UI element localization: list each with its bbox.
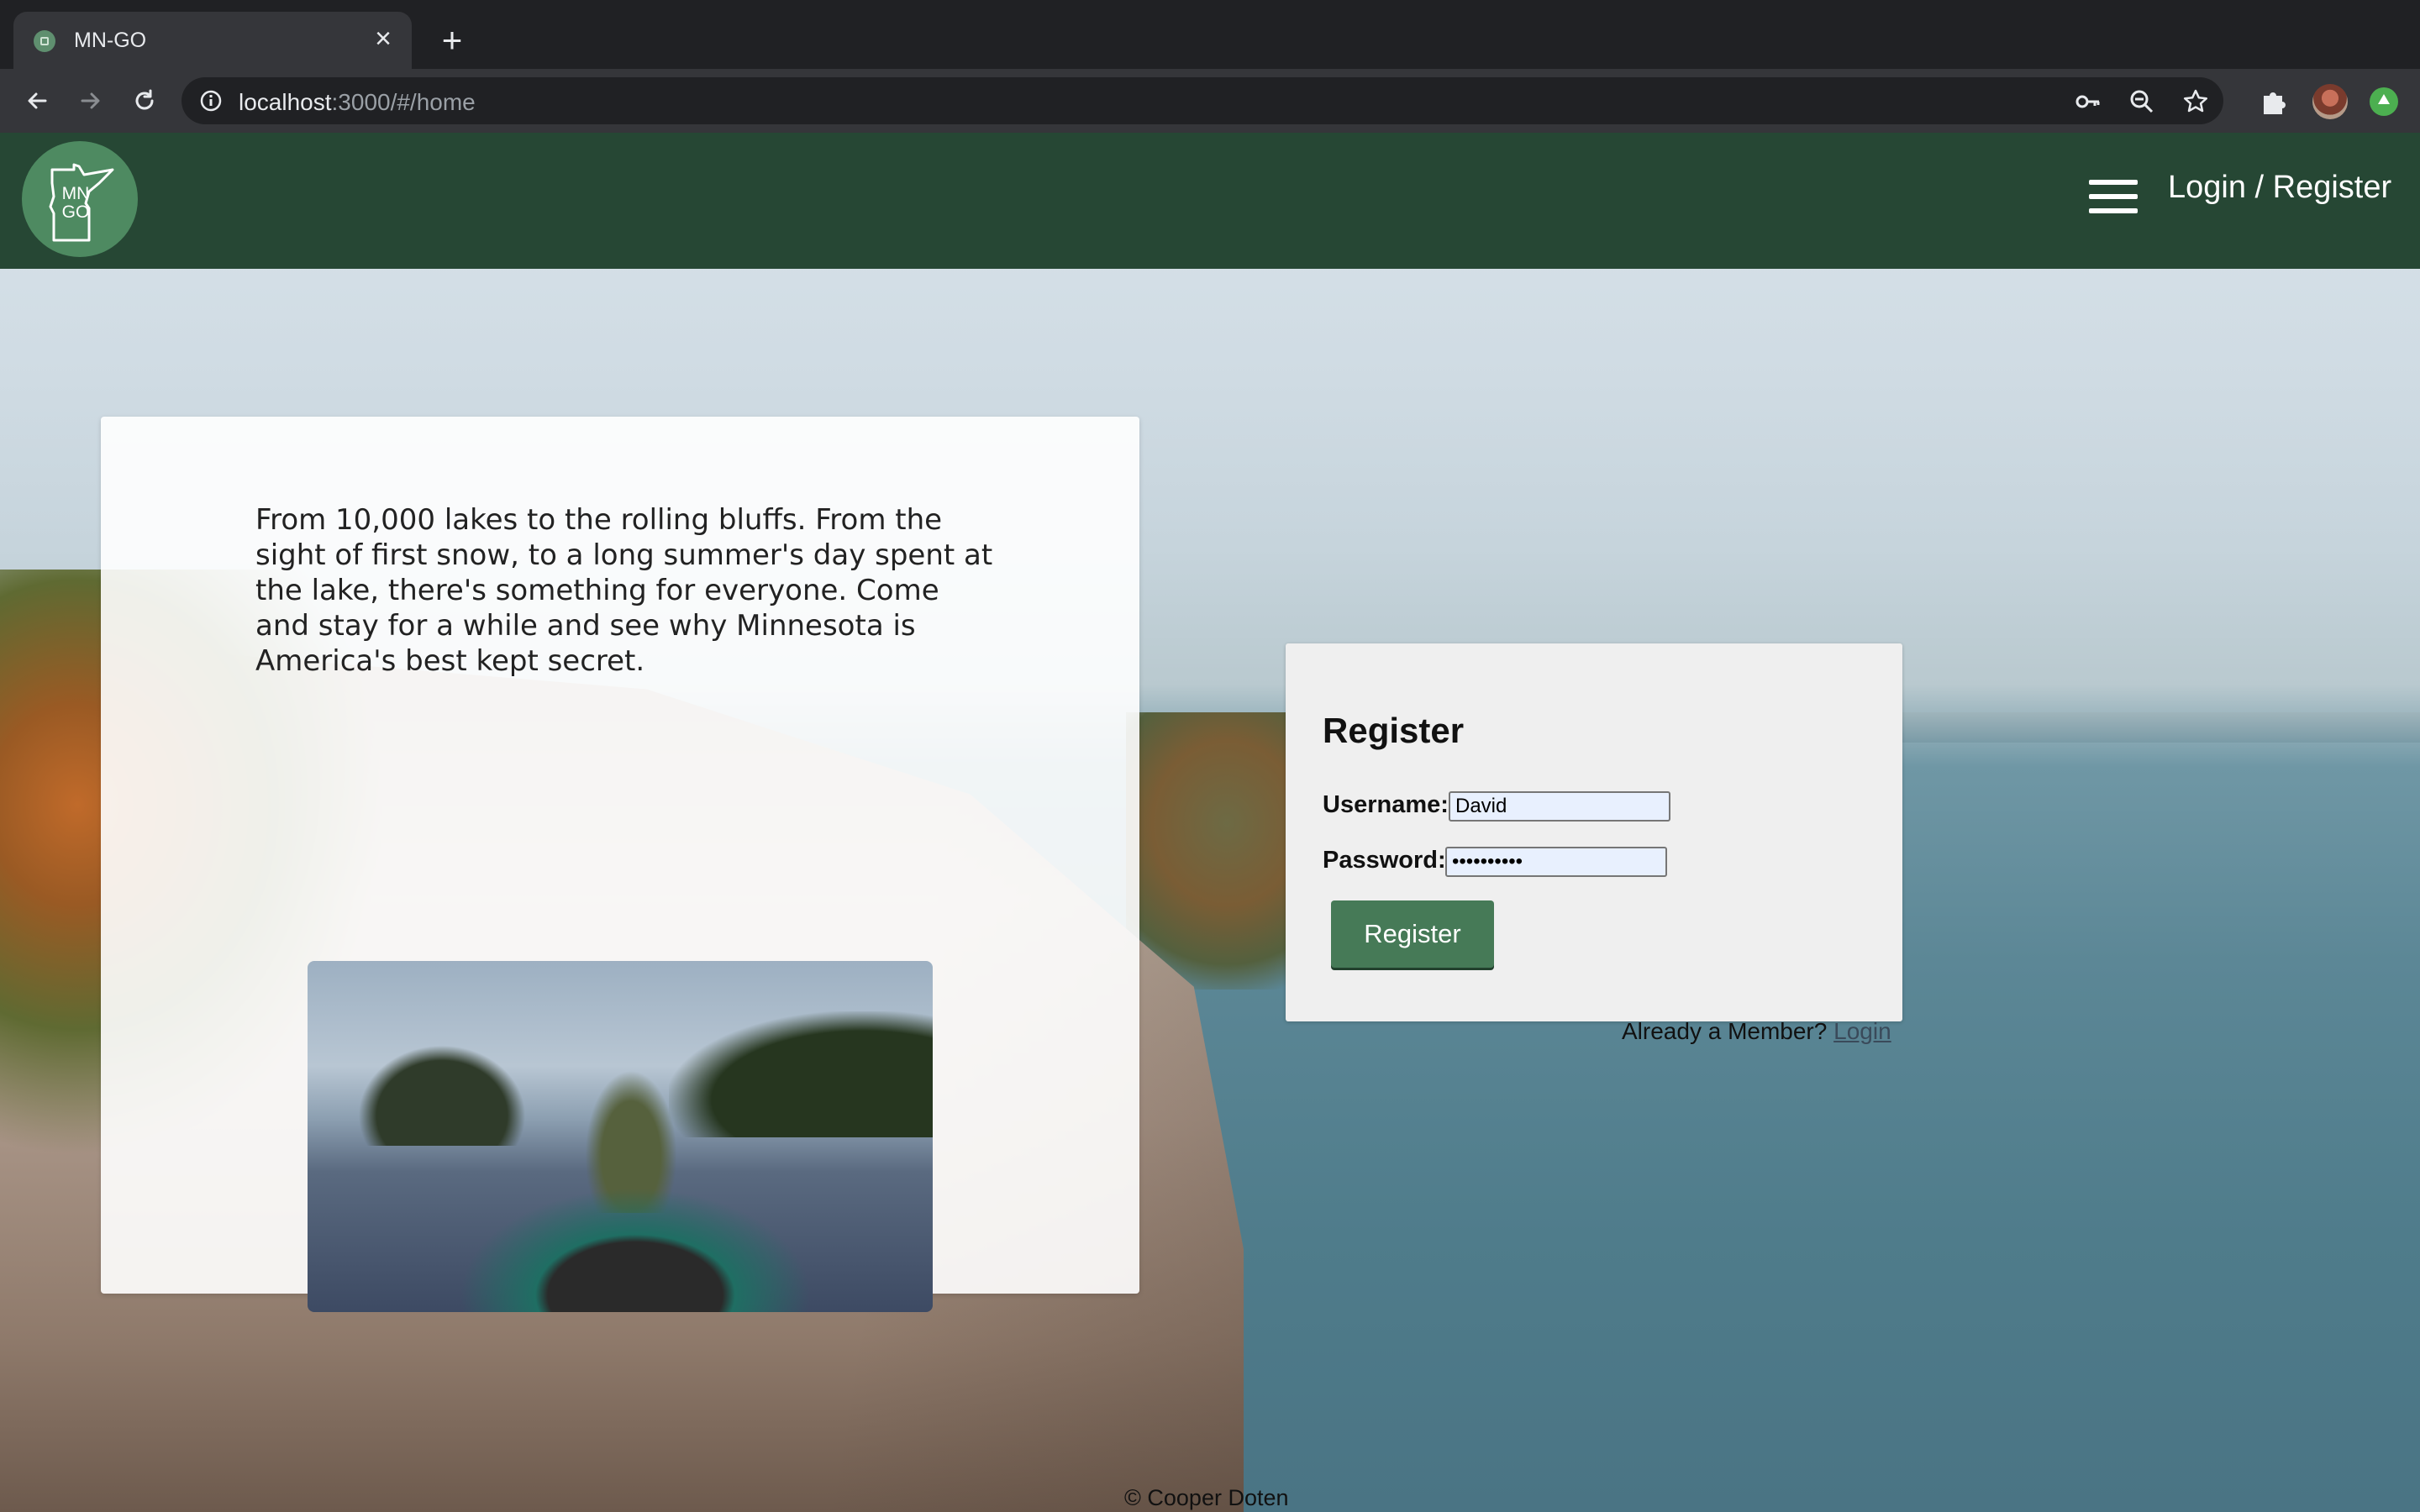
browser-toolbar: localhost:3000/#/home <box>0 69 2420 133</box>
tab-title: MN-GO <box>74 29 147 52</box>
register-card: Register Username: Password: Register <box>1286 643 1902 1021</box>
url-text: localhost:3000/#/home <box>239 89 476 115</box>
forward-arrow-icon[interactable] <box>71 81 111 121</box>
page: MN GO Login / Register From 10,000 lakes … <box>0 133 2420 1512</box>
hamburger-menu-icon[interactable] <box>2089 180 2138 217</box>
intro-text: From 10,000 lakes to the rolling bluffs.… <box>255 503 993 678</box>
favicon-icon <box>34 30 55 52</box>
username-input[interactable] <box>1449 791 1670 822</box>
login-link[interactable]: Login <box>1833 1018 1891 1044</box>
photo-trees-right <box>669 1011 933 1137</box>
browser-tabstrip: MN-GO × + <box>0 0 2420 69</box>
intro-card: From 10,000 lakes to the rolling bluffs.… <box>101 417 1139 1312</box>
canoe-photo <box>308 961 933 1312</box>
info-icon[interactable] <box>198 88 224 113</box>
password-label: Password: <box>1323 847 1446 874</box>
profile-avatar[interactable] <box>2312 84 2348 119</box>
login-register-link[interactable]: Login / Register <box>2168 170 2391 206</box>
zoom-out-icon[interactable] <box>2128 87 2156 116</box>
password-input[interactable] <box>1445 847 1667 877</box>
register-button[interactable]: Register <box>1331 900 1494 968</box>
site-logo[interactable]: MN GO <box>22 141 138 257</box>
back-arrow-icon[interactable] <box>17 81 57 121</box>
update-icon[interactable] <box>2370 87 2398 116</box>
username-label: Username: <box>1323 791 1449 818</box>
new-tab-icon[interactable]: + <box>434 22 471 59</box>
register-title: Register <box>1323 711 1465 750</box>
already-member-prompt: Already a Member? Login <box>1622 1018 1891 1045</box>
puzzle-icon[interactable] <box>2257 84 2291 118</box>
member-prompt-text: Already a Member? <box>1622 1018 1828 1044</box>
star-icon[interactable] <box>2181 87 2210 116</box>
key-icon[interactable] <box>2074 87 2102 116</box>
photo-trees-left <box>358 1045 526 1146</box>
browser-tab[interactable]: MN-GO × <box>13 12 412 69</box>
close-tab-icon[interactable]: × <box>368 24 398 54</box>
reload-icon[interactable] <box>124 81 165 121</box>
photo-canoe <box>459 1188 812 1312</box>
logo-text: MN GO <box>61 184 90 222</box>
site-header: MN GO Login / Register <box>0 133 2420 269</box>
footer-copyright: © Cooper Doten <box>1124 1485 1289 1510</box>
address-bar[interactable]: localhost:3000/#/home <box>182 77 2223 124</box>
